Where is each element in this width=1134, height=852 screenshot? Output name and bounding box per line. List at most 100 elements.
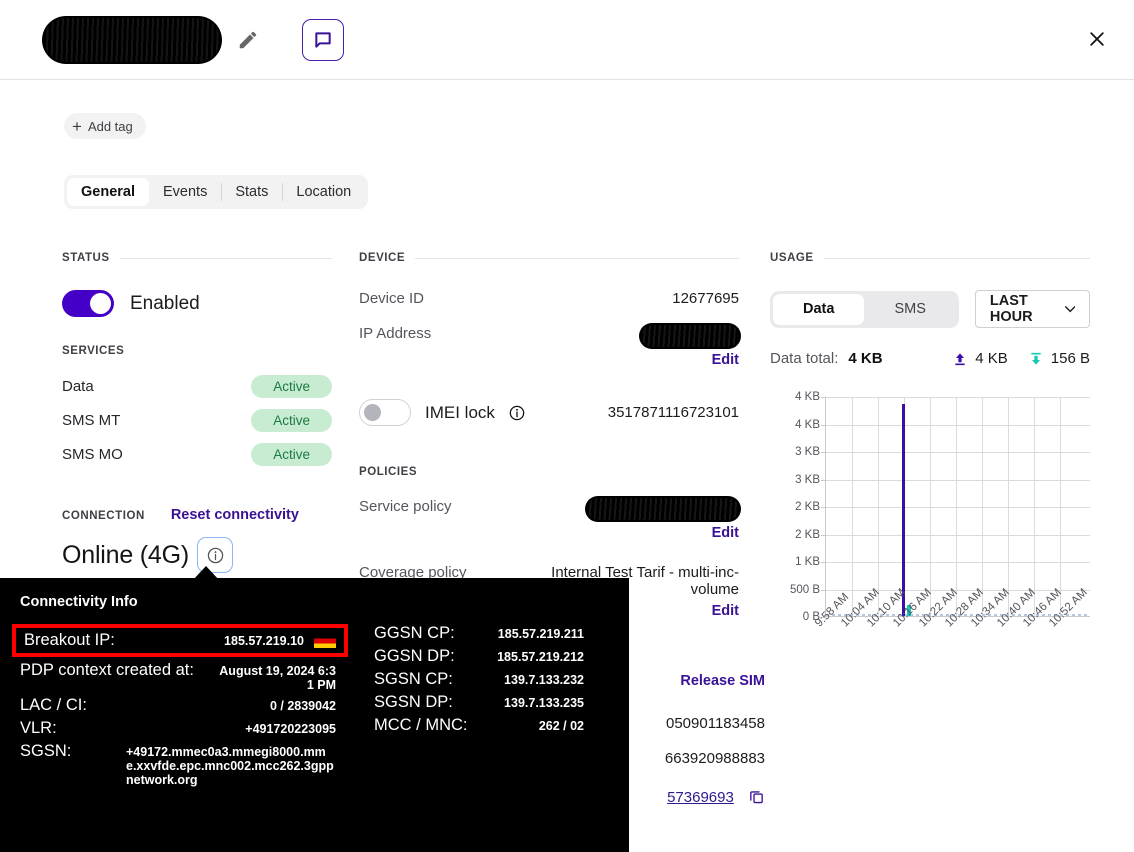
device-id-value: 12677695 [672, 290, 739, 307]
download-value: 156 B [1050, 350, 1090, 367]
connection-state-label: Online (4G) [62, 540, 190, 569]
tooltip-title: Connectivity Info [20, 594, 138, 610]
lac-ci-label: LAC / CI: [20, 696, 87, 714]
imei-lock-label: IMEI lock [425, 402, 495, 422]
service-name: Data [62, 377, 94, 395]
y-tick: 2 KB [795, 528, 820, 541]
imei-lock-left: IMEI lock [359, 399, 525, 426]
edit-name-button[interactable] [234, 26, 262, 54]
close-icon [1090, 32, 1104, 46]
breakout-ip-label: Breakout IP: [24, 631, 115, 649]
toggle-knob [364, 404, 381, 421]
ip-address-value-redacted [641, 325, 739, 347]
device-heading-label: DEVICE [359, 252, 406, 264]
download-total: 156 B [1028, 350, 1090, 367]
tab-stats[interactable]: Stats [221, 178, 282, 206]
y-tick: 4 KB [795, 391, 820, 403]
mcc-mnc-value: 262 / 02 [538, 719, 584, 733]
status-badge: Active [251, 374, 332, 398]
y-tick: 4 KB [795, 418, 820, 431]
sgsn-label: SGSN: [20, 742, 72, 760]
usage-type-segmented: Data SMS [770, 290, 959, 328]
data-total-value: 4 KB [848, 350, 883, 367]
device-id-row: Device ID 12677695 [359, 290, 739, 307]
status-section-heading: STATUS [62, 252, 332, 264]
ggsn-dp-value: 185.57.219.212 [497, 650, 584, 664]
device-section-heading: DEVICE [359, 252, 739, 264]
page-title-redacted [44, 17, 220, 62]
y-tick: 3 KB [795, 473, 820, 486]
close-button[interactable] [1078, 20, 1116, 58]
services-block: SERVICES Data Active SMS MT Active SMS M… [62, 345, 332, 471]
tooltip-row-ggsn-cp: GGSN CP: 185.57.219.211 [374, 622, 584, 645]
toggle-knob [90, 293, 111, 314]
edit-ip-link[interactable]: Edit [712, 352, 739, 368]
imei-lock-row: IMEI lock 3517871116723101 [359, 399, 739, 426]
release-sim-link[interactable]: Release SIM [680, 673, 765, 689]
upload-icon [955, 352, 965, 365]
segment-data-label: Data [803, 301, 835, 317]
status-heading-label: STATUS [62, 252, 110, 264]
connection-heading-row: CONNECTION Reset connectivity [62, 507, 332, 523]
time-range-label: LAST HOUR [989, 293, 1033, 325]
tab-location[interactable]: Location [282, 178, 365, 206]
tooltip-row-mcc-mnc: MCC / MNC: 262 / 02 [374, 714, 584, 737]
tab-bar: General Events Stats Location [64, 175, 369, 209]
tooltip-row-breakout-ip: Breakout IP: 185.57.219.10 [12, 624, 348, 657]
copy-icon[interactable] [748, 788, 765, 809]
ggsn-cp-label: GGSN CP: [374, 624, 455, 642]
device-column: DEVICE Device ID 12677695 IP Address Edi… [359, 252, 739, 620]
breakout-ip-value-wrap: 185.57.219.10 [224, 633, 336, 648]
usage-controls: Data SMS LAST HOUR [770, 290, 1090, 328]
info-icon [207, 547, 223, 563]
service-policy-value-redacted [587, 498, 739, 520]
add-tag-label: Add tag [87, 118, 133, 134]
enabled-toggle[interactable] [62, 290, 114, 317]
service-row-sms-mt: SMS MT Active [62, 403, 332, 437]
status-column: STATUS Enabled SERVICES Data Active SMS … [62, 252, 332, 573]
data-total-label: Data total: [770, 350, 839, 367]
connection-heading: CONNECTION [62, 510, 145, 522]
download-icon [1031, 352, 1041, 365]
service-name: SMS MO [62, 445, 123, 463]
lac-ci-value: 0 / 2839042 [269, 699, 336, 713]
partial-link[interactable]: 57369693 [667, 789, 734, 806]
tooltip-row-pdp-created: PDP context created at: August 19, 2024 … [20, 659, 336, 694]
sgsn-value: +49172.mmec0a3.mmegi8000.mme.xxvfde.epc.… [126, 745, 334, 787]
reset-connectivity-link[interactable]: Reset connectivity [171, 507, 299, 523]
release-sim-link-wrap: Release SIM [645, 672, 765, 689]
imei-lock-toggle[interactable] [359, 399, 411, 426]
edit-service-policy-link[interactable]: Edit [712, 525, 739, 541]
usage-section-heading: USAGE [770, 252, 1090, 264]
ip-address-row: IP Address [359, 325, 739, 347]
ip-edit-row: Edit [359, 351, 739, 369]
tab-stats-label: Stats [235, 184, 269, 200]
ggsn-cp-value: 185.57.219.211 [497, 627, 584, 641]
service-name: SMS MT [62, 411, 121, 429]
service-policy-row: Service policy [359, 498, 739, 520]
vlr-label: VLR: [20, 719, 57, 737]
updown-group: 4 KB 156 B [952, 350, 1090, 367]
info-icon[interactable] [509, 405, 525, 421]
tooltip-row-sgsn-cp: SGSN CP: 139.7.133.232 [374, 668, 584, 691]
tab-general[interactable]: General [67, 178, 149, 206]
tab-location-label: Location [296, 184, 352, 200]
imei-value: 3517871116723101 [607, 404, 739, 421]
usage-heading-label: USAGE [770, 252, 814, 264]
tooltip-right-column: GGSN CP: 185.57.219.211 GGSN DP: 185.57.… [374, 622, 584, 789]
edit-coverage-policy-link[interactable]: Edit [712, 603, 739, 619]
segment-sms-label: SMS [894, 301, 926, 317]
segment-sms[interactable]: SMS [864, 294, 955, 325]
y-tick: 2 KB [795, 501, 820, 513]
bar-upload [902, 404, 905, 616]
add-tag-button[interactable]: + Add tag [64, 113, 146, 139]
time-range-select[interactable]: LAST HOUR [974, 290, 1090, 328]
breakout-ip-value: 185.57.219.10 [224, 633, 304, 648]
connectivity-info-tooltip: Connectivity Info Breakout IP: 185.57.21… [0, 578, 629, 852]
tooltip-row-lac-ci: LAC / CI: 0 / 2839042 [20, 694, 336, 717]
tab-events[interactable]: Events [149, 178, 221, 206]
sgsn-cp-value: 139.7.133.232 [504, 673, 584, 687]
comment-button[interactable] [302, 18, 344, 61]
segment-data[interactable]: Data [773, 293, 865, 325]
mcc-mnc-label: MCC / MNC: [374, 716, 468, 734]
